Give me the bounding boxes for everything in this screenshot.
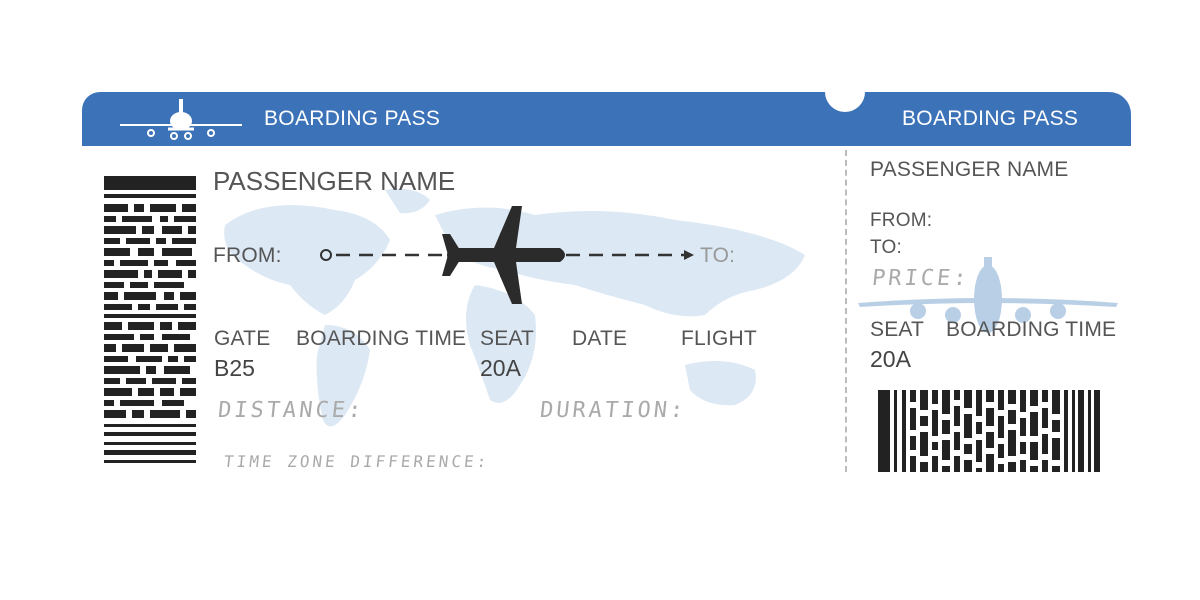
stub-seat-value: 20A	[870, 346, 911, 372]
duration-label: DURATION:	[538, 398, 688, 423]
stub-header-title: BOARDING PASS	[902, 107, 1079, 130]
stub-to-label: TO:	[870, 237, 902, 258]
date-label: DATE	[572, 327, 628, 350]
stub-from-label: FROM:	[870, 210, 933, 231]
passenger-name-label: PASSENGER NAME	[213, 166, 456, 196]
gate-value: B25	[214, 355, 255, 381]
stub-passenger-name-label: PASSENGER NAME	[870, 158, 1069, 181]
horizontal-barcode	[878, 390, 1100, 472]
to-label: TO:	[700, 244, 736, 267]
from-label: FROM:	[213, 244, 282, 267]
tear-notch	[825, 72, 865, 112]
route-plane-icon	[442, 206, 565, 304]
header-title: BOARDING PASS	[264, 107, 441, 130]
perforation-line	[845, 150, 847, 472]
time-zone-label: TIME ZONE DIFFERENCE:	[223, 452, 491, 471]
stub-price-label: PRICE:	[870, 266, 971, 291]
stub-boarding-time-label: BOARDING TIME	[946, 318, 1117, 341]
distance-label: DISTANCE:	[216, 398, 366, 423]
header-plane-icon	[120, 99, 242, 140]
flight-label: FLIGHT	[681, 327, 757, 350]
vertical-barcode	[104, 176, 196, 463]
seat-value: 20A	[480, 355, 521, 381]
boarding-time-label: BOARDING TIME	[296, 327, 467, 350]
seat-label: SEAT	[480, 327, 535, 350]
stub-seat-label: SEAT	[870, 318, 925, 341]
gate-label: GATE	[214, 327, 271, 350]
